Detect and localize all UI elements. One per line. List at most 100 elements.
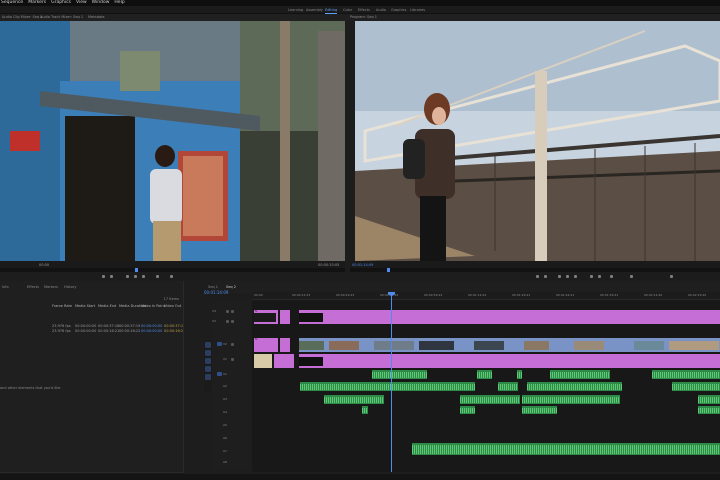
audio-clip[interactable] — [698, 395, 720, 404]
track-header-a1[interactable]: A1 — [212, 370, 252, 378]
program-settings-icon[interactable] — [670, 275, 673, 278]
workspace-tab-color[interactable]: Color — [343, 7, 352, 13]
program-mark-in-icon[interactable] — [536, 275, 539, 278]
audio-clip[interactable] — [300, 382, 475, 391]
program-step-back-icon[interactable] — [558, 275, 561, 278]
lock-icon[interactable] — [226, 310, 229, 313]
track-header-a6[interactable]: A6 — [212, 434, 252, 442]
video-clip[interactable] — [324, 310, 720, 324]
audio-clip[interactable] — [477, 370, 492, 379]
lock-icon[interactable] — [226, 320, 229, 323]
tab-info[interactable]: Info — [2, 284, 9, 291]
source-scrubber[interactable] — [0, 268, 345, 272]
video-clip[interactable] — [299, 338, 720, 352]
video-clip[interactable]: fx — [254, 338, 278, 352]
track-header-v2[interactable]: V2 — [212, 340, 252, 349]
track-header-a5[interactable]: A5 — [212, 421, 252, 429]
hand-tool-icon[interactable] — [205, 366, 211, 372]
col-media-end[interactable]: Media End — [98, 303, 116, 309]
step-back-icon[interactable] — [126, 275, 129, 278]
selection-tool-icon[interactable] — [205, 342, 211, 348]
timeline-ruler[interactable]: 00:00 00:00:14:23 00:00:29:23 00:00:44:2… — [252, 292, 720, 300]
tab-metadata[interactable]: Metadata — [88, 14, 105, 21]
audio-clip[interactable] — [698, 406, 720, 414]
workspace-tab-libraries[interactable]: Libraries — [410, 7, 425, 13]
audio-clip[interactable] — [550, 370, 610, 379]
col-video-out[interactable]: Video Out — [164, 303, 181, 309]
workspace-tab-audio[interactable]: Audio — [376, 7, 386, 13]
audio-clip[interactable] — [412, 443, 720, 455]
col-frame-rate[interactable]: Frame Rate — [52, 303, 72, 309]
audio-clip[interactable] — [372, 370, 427, 379]
program-panel-title[interactable]: Program: Seq 1 — [350, 14, 377, 21]
razor-tool-icon[interactable] — [205, 350, 211, 356]
track-target-toggle[interactable] — [217, 372, 222, 376]
audio-clip[interactable] — [517, 370, 522, 379]
track-header-a7[interactable]: A7 — [212, 447, 252, 455]
eye-icon[interactable] — [231, 310, 234, 313]
tab-markers[interactable]: Markers — [44, 284, 58, 291]
program-playhead[interactable] — [387, 268, 390, 272]
tab-effects[interactable]: Effects — [27, 284, 39, 291]
workspace-tab-learning[interactable]: Learning — [288, 7, 303, 13]
track-target-toggle[interactable] — [217, 342, 222, 346]
track-header-v4[interactable]: V4 — [212, 308, 252, 315]
audio-clip[interactable] — [324, 395, 384, 404]
mark-in-icon[interactable] — [102, 275, 105, 278]
video-clip[interactable] — [299, 310, 324, 324]
workspace-tab-assembly[interactable]: Assembly — [306, 7, 323, 13]
workspace-tab-graphics[interactable]: Graphics — [391, 7, 406, 13]
track-header-v3[interactable]: V3 — [212, 318, 252, 325]
play-icon[interactable] — [134, 275, 137, 278]
video-clip[interactable] — [299, 354, 720, 368]
tab-history[interactable]: History — [64, 284, 76, 291]
track-header-a4[interactable]: A4 — [212, 408, 252, 416]
workspace-tab-effects[interactable]: Effects — [358, 7, 370, 13]
video-clip[interactable] — [280, 310, 290, 324]
wrench-icon[interactable] — [170, 275, 173, 278]
audio-clip[interactable] — [522, 395, 620, 404]
audio-clip[interactable] — [522, 406, 557, 414]
eye-icon[interactable] — [231, 343, 234, 346]
audio-clip[interactable] — [498, 382, 518, 391]
step-forward-icon[interactable] — [142, 275, 145, 278]
program-lift-icon[interactable] — [590, 275, 593, 278]
program-compare-icon[interactable] — [630, 275, 633, 278]
audio-clip[interactable] — [672, 382, 720, 391]
mark-out-icon[interactable] — [110, 275, 113, 278]
type-tool-icon[interactable] — [205, 374, 211, 380]
video-clip[interactable]: fx — [254, 310, 278, 324]
tab-audio-track-mixer[interactable]: Audio Track Mixer: Seq 1 — [40, 14, 83, 21]
video-clip[interactable] — [274, 354, 294, 368]
audio-clip[interactable] — [652, 370, 720, 379]
track-header-v1[interactable]: V1 — [212, 355, 252, 364]
col-media-start[interactable]: Media Start — [75, 303, 95, 309]
timeline-timecode[interactable]: 00:01:14:09 — [204, 290, 228, 295]
track-header-a8[interactable]: A8 — [212, 458, 252, 466]
pen-tool-icon[interactable] — [205, 358, 211, 364]
export-frame-icon[interactable] — [156, 275, 159, 278]
eye-icon[interactable] — [231, 358, 234, 361]
track-header-a3[interactable]: A3 — [212, 395, 252, 403]
audio-clip[interactable] — [460, 395, 520, 404]
track-header-a2[interactable]: A2 — [212, 382, 252, 390]
program-mark-out-icon[interactable] — [544, 275, 547, 278]
video-clip[interactable] — [280, 338, 290, 352]
col-video-in-point[interactable]: Video In Point — [141, 303, 165, 309]
eye-icon[interactable] — [231, 320, 234, 323]
program-export-frame-icon[interactable] — [610, 275, 613, 278]
program-extract-icon[interactable] — [598, 275, 601, 278]
program-play-icon[interactable] — [566, 275, 569, 278]
audio-clip[interactable] — [362, 406, 368, 414]
program-step-forward-icon[interactable] — [574, 275, 577, 278]
audio-clip[interactable] — [527, 382, 622, 391]
program-scrubber[interactable] — [350, 268, 720, 272]
timeline-tracks[interactable]: fx fx — [252, 300, 720, 472]
program-monitor[interactable] — [355, 21, 720, 261]
tab-audio-clip-mixer[interactable]: Audio Clip Mixer: Seq 1 — [2, 14, 43, 21]
workspace-tab-editing[interactable]: Editing — [325, 7, 338, 14]
list-item[interactable]: 23.976 fps 00:00:00:00 00:00:16:21 00:00… — [0, 329, 184, 334]
video-clip[interactable] — [254, 354, 272, 368]
source-monitor[interactable] — [0, 21, 345, 261]
audio-clip[interactable] — [460, 406, 475, 414]
